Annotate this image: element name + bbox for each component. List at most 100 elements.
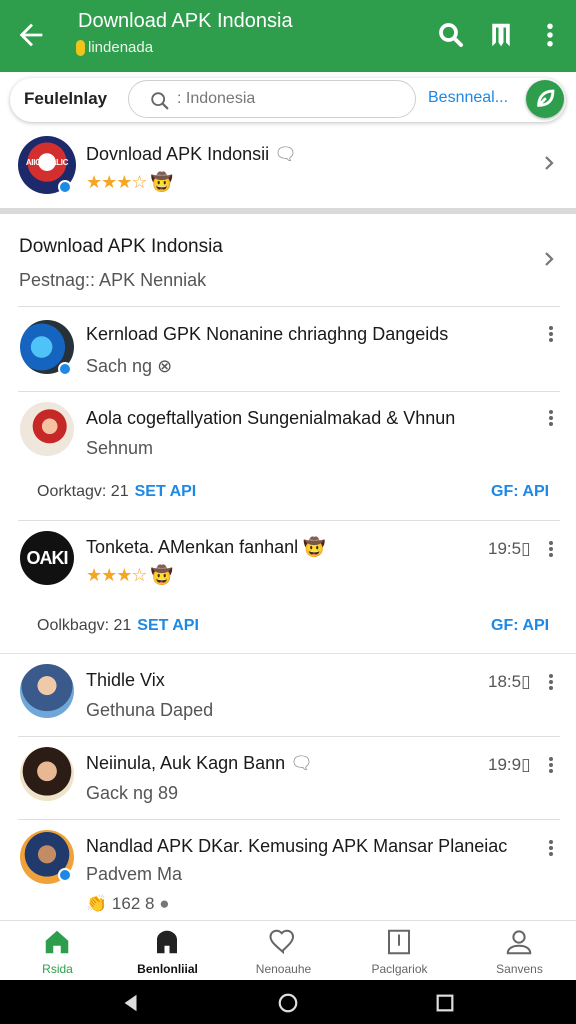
nav-label: Sanvens (496, 962, 543, 976)
back-arrow-icon[interactable] (14, 18, 48, 52)
nav-store[interactable]: Benlonliial (110, 921, 225, 981)
chevron-right-icon (545, 252, 554, 266)
list-item[interactable]: OAKI Tonketa. AMenkan fanhanl 🤠 ★★★☆ 🤠 1… (0, 521, 576, 653)
more-vert-icon[interactable] (535, 20, 565, 50)
browse-link[interactable]: Besnneal... (428, 89, 508, 107)
avatar: OAKI (20, 531, 74, 585)
heart-icon (269, 929, 295, 955)
recents-square-icon[interactable] (434, 992, 456, 1014)
app-bar: Download APK Indonsia lindenada (0, 0, 576, 72)
nav-label: Paclgariok (371, 962, 428, 976)
leaf-icon (537, 89, 555, 107)
list-item[interactable]: Nandlad APK DKar. Kemusing APK Mansar Pl… (0, 820, 576, 920)
item-title-text: Tonketa. AMenkan fanhanl (86, 537, 299, 557)
item-subtitle: Gethuna Daped (86, 700, 214, 720)
section-title: Download APK Indonsia (19, 236, 223, 257)
stats-text: 162 8 (111, 894, 155, 913)
more-vert-icon[interactable] (546, 408, 556, 428)
nav-profile[interactable]: Sanvens (462, 921, 576, 981)
stars-text: ★★★☆ (86, 565, 148, 585)
meta-link[interactable]: SET API (137, 617, 199, 634)
item-subtitle: Gack ng 89 (86, 783, 179, 803)
home-icon (45, 930, 69, 954)
back-triangle-icon[interactable] (120, 992, 142, 1014)
bottom-navigation: Rsida Benlonliial Nenoauhe Paclgariok Sa… (0, 920, 576, 980)
search-icon (151, 92, 169, 110)
book-icon (388, 929, 410, 955)
item-time: 18:5▯ (488, 672, 531, 691)
featured-app-card[interactable]: AIICALALIC Dovnload APK Indonsii 🗨 ★★★☆ … (0, 128, 576, 214)
verified-badge-icon (58, 362, 72, 376)
rating-stars: ★★★☆ 🤠 (86, 172, 173, 193)
item-time: 19:9▯ (488, 755, 531, 774)
storefront-icon (157, 930, 177, 954)
avatar (20, 747, 74, 801)
more-vert-icon[interactable] (546, 672, 556, 692)
item-title: Thidle Vix (86, 670, 165, 690)
search-row: Feulelnlay : Indonesia Besnneal... (10, 78, 566, 122)
emoji: 🤠 (150, 565, 173, 585)
search-icon[interactable] (436, 20, 466, 50)
item-title: Aola cogeftallyation Sungenialmakad & Vh… (86, 408, 456, 428)
clap-icon: 👏 (86, 894, 108, 913)
more-vert-icon[interactable] (546, 324, 556, 344)
item-title: Nandlad APK DKar. Kemusing APK Mansar Pl… (86, 836, 508, 856)
list-item[interactable]: Neiinula, Auk Kagn Bann 🗨 Gack ng 89 19:… (0, 737, 576, 819)
nav-label: Nenoauhe (255, 962, 312, 976)
block-icon: ⊗ (157, 356, 173, 376)
search-input[interactable]: : Indonesia (128, 80, 416, 118)
item-subtitle-text: Sach ng (86, 356, 153, 376)
more-vert-icon[interactable] (546, 838, 556, 858)
chat-icon: 🗨 (274, 144, 297, 164)
more-vert-icon[interactable] (546, 755, 556, 775)
meta-right-link[interactable]: GF: API (491, 483, 549, 501)
meta-left: Oorktagv: 21 (37, 483, 129, 500)
nav-label: Benlonliial (137, 962, 198, 976)
item-title: Tonketa. AMenkan fanhanl 🤠 (86, 537, 326, 558)
filter-label[interactable]: Feulelnlay (24, 89, 107, 109)
leaf-button[interactable] (526, 80, 564, 118)
nav-home[interactable]: Rsida (0, 921, 115, 981)
coin-icon (76, 39, 85, 56)
person-icon (506, 930, 532, 955)
meta-right-link[interactable]: GF: API (491, 617, 549, 635)
item-subtitle: Sehnum (86, 438, 154, 458)
avatar (20, 402, 74, 456)
item-subtitle: Padvem Ma (86, 864, 183, 884)
system-navigation (0, 980, 576, 1024)
verified-badge-icon (58, 180, 72, 194)
chevron-right-icon (545, 156, 554, 170)
emoji: 🤠 (303, 537, 326, 557)
meta-row: Oolkbagv: 21 SET API (37, 617, 199, 635)
emoji: 🤠 (150, 172, 173, 192)
meta-row: Oorktagv: 21 SET API (37, 483, 196, 501)
list-item[interactable]: Aola cogeftallyation Sungenialmakad & Vh… (0, 392, 576, 520)
app-title: Download APK Indonsia (78, 10, 293, 32)
section-subtitle: Pestnag:: APK Nenniak (19, 270, 207, 290)
nav-packages[interactable]: Paclgariok (342, 921, 457, 981)
list-item[interactable]: Kernload GPK Nonanine chriaghng Dangeids… (0, 306, 576, 392)
item-time: 19:5▯ (488, 539, 531, 558)
nav-label: Rsida (42, 962, 73, 976)
section-header[interactable]: Download APK Indonsia Pestnag:: APK Nenn… (0, 220, 576, 306)
featured-name: Dovnload APK Indonsii 🗨 (86, 144, 297, 165)
item-title: Kernload GPK Nonanine chriaghng Dangeids (86, 324, 449, 344)
item-stats: 👏 162 8 ● (86, 894, 169, 914)
featured-name-text: Dovnload APK Indonsii (86, 144, 270, 164)
item-subtitle: Sach ng ⊗ (86, 356, 172, 377)
home-circle-icon[interactable] (277, 992, 299, 1014)
meta-left: Oolkbagv: 21 (37, 617, 132, 634)
logo-text: AIICALALIC (25, 158, 69, 167)
stars-text: ★★★☆ (86, 172, 148, 192)
search-placeholder: : Indonesia (177, 90, 256, 107)
more-vert-icon[interactable] (546, 539, 556, 559)
item-title: Neiinula, Auk Kagn Bann 🗨 (86, 753, 313, 774)
pin-icon: ● (159, 894, 170, 913)
verified-badge-icon (58, 868, 72, 882)
meta-link[interactable]: SET API (135, 483, 197, 500)
nav-favorites[interactable]: Nenoauhe (226, 921, 341, 981)
bookmark-icon[interactable] (486, 20, 516, 50)
list-item[interactable]: Thidle Vix Gethuna Daped 18:5▯ (0, 654, 576, 736)
rating-stars: ★★★☆ 🤠 (86, 565, 173, 586)
chat-icon: 🗨 (290, 753, 314, 773)
